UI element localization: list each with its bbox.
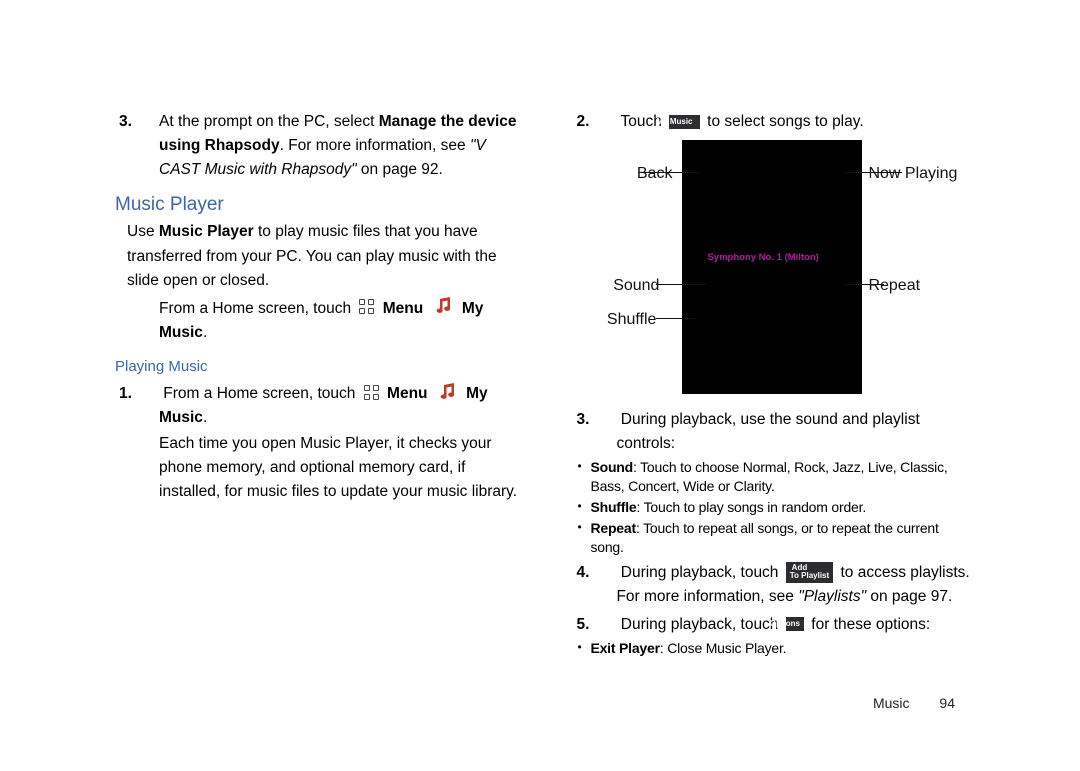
text: During playback, touch	[616, 616, 782, 633]
label-repeat: Repeat	[868, 274, 920, 299]
footer-page: 94	[939, 695, 955, 711]
menu-label: Menu	[383, 300, 423, 317]
text: From a Home screen, touch	[159, 300, 355, 317]
player-diagram: Symphony No. 1 (Milton) Back Now Playing…	[572, 140, 972, 398]
desc: : Close Music Player.	[660, 640, 787, 656]
music-note-icon	[434, 299, 454, 315]
arrow-line	[656, 318, 696, 319]
desc: : Touch to play songs in random order.	[637, 499, 867, 515]
menu-label: Menu	[387, 385, 427, 402]
arrow-line	[844, 172, 902, 173]
phone-screen	[682, 140, 862, 394]
label: Shuffle	[590, 499, 636, 515]
subsection-heading: Playing Music	[115, 355, 522, 378]
step-5: 5. During playback, touch Options for th…	[572, 613, 975, 637]
home-instruction: From a Home screen, touch Menu My Music.	[159, 297, 522, 345]
music-note-icon	[438, 385, 458, 401]
chip-line2: To Playlist	[790, 571, 829, 580]
desc: : Touch to repeat all songs, or to repea…	[590, 520, 938, 555]
text: During playback, use the sound and playl…	[616, 411, 919, 452]
step-3-bullets: Sound: Touch to choose Normal, Rock, Jaz…	[572, 458, 975, 556]
bullet-shuffle: Shuffle: Touch to play songs in random o…	[590, 498, 975, 517]
label: Repeat	[590, 520, 635, 536]
step-2: 2. Touch My Music to select songs to pla…	[572, 110, 975, 134]
left-column: 3.At the prompt on the PC, select Manage…	[115, 110, 522, 504]
section-heading: Music Player	[115, 190, 522, 219]
text: During playback, touch	[616, 564, 782, 581]
page-footer: Music 94	[873, 693, 955, 715]
song-title: Symphony No. 1 (Milton)	[707, 251, 818, 266]
step-1-cont: Each time you open Music Player, it chec…	[115, 432, 522, 504]
arrow-line	[644, 172, 700, 173]
label: Sound	[590, 459, 633, 475]
step-number: 3.	[139, 110, 159, 134]
step-3-prior: 3.At the prompt on the PC, select Manage…	[115, 110, 522, 182]
arrow-line	[656, 284, 706, 285]
step-3: 3. During playback, use the sound and pl…	[572, 408, 975, 456]
bullet-sound: Sound: Touch to choose Normal, Rock, Jaz…	[590, 458, 975, 496]
two-column-layout: 3.At the prompt on the PC, select Manage…	[115, 110, 975, 661]
bullet-repeat: Repeat: Touch to repeat all songs, or to…	[590, 519, 975, 557]
step-4: 4. During playback, touch AddTo Playlist…	[572, 561, 975, 609]
my-music-chip: My Music	[669, 115, 700, 129]
step-number: 4.	[596, 561, 616, 585]
text: on page 97.	[866, 588, 952, 605]
step-number: 2.	[596, 110, 616, 134]
desc: : Touch to choose Normal, Rock, Jazz, Li…	[590, 459, 947, 494]
arrow-line	[844, 284, 884, 285]
label-sound: Sound	[597, 274, 659, 299]
dot: .	[203, 324, 207, 341]
menu-grid-icon	[358, 298, 375, 315]
step-number: 5.	[596, 613, 616, 637]
text: Use	[127, 223, 159, 240]
cross-ref: "Playlists"	[798, 588, 866, 605]
text: on page 92.	[357, 161, 443, 178]
text: for these options:	[807, 616, 930, 633]
text: From a Home screen, touch	[159, 385, 360, 402]
label-back: Back	[610, 162, 672, 187]
dot: .	[203, 409, 207, 426]
footer-section: Music	[873, 695, 910, 711]
text: At the prompt on the PC, select	[159, 113, 379, 130]
label-shuffle: Shuffle	[594, 308, 656, 333]
step-number: 3.	[596, 408, 616, 432]
intro-paragraph: Use Music Player to play music files tha…	[127, 220, 522, 292]
right-column: 2. Touch My Music to select songs to pla…	[572, 110, 975, 661]
menu-grid-icon	[363, 384, 380, 401]
text: to select songs to play.	[703, 113, 864, 130]
label: Exit Player	[590, 640, 659, 656]
step-5-bullets: Exit Player: Close Music Player.	[572, 639, 975, 658]
step-number: 1.	[139, 382, 159, 406]
add-to-playlist-chip: AddTo Playlist	[786, 562, 833, 583]
manual-page: 3.At the prompt on the PC, select Manage…	[0, 0, 1080, 771]
step-1: 1. From a Home screen, touch Menu My Mus…	[115, 382, 522, 430]
text: . For more information, see	[280, 137, 470, 154]
bullet-exit-player: Exit Player: Close Music Player.	[590, 639, 975, 658]
options-chip: Options	[786, 617, 804, 631]
text-bold: Music Player	[159, 223, 254, 240]
label-now-playing: Now Playing	[868, 162, 957, 187]
